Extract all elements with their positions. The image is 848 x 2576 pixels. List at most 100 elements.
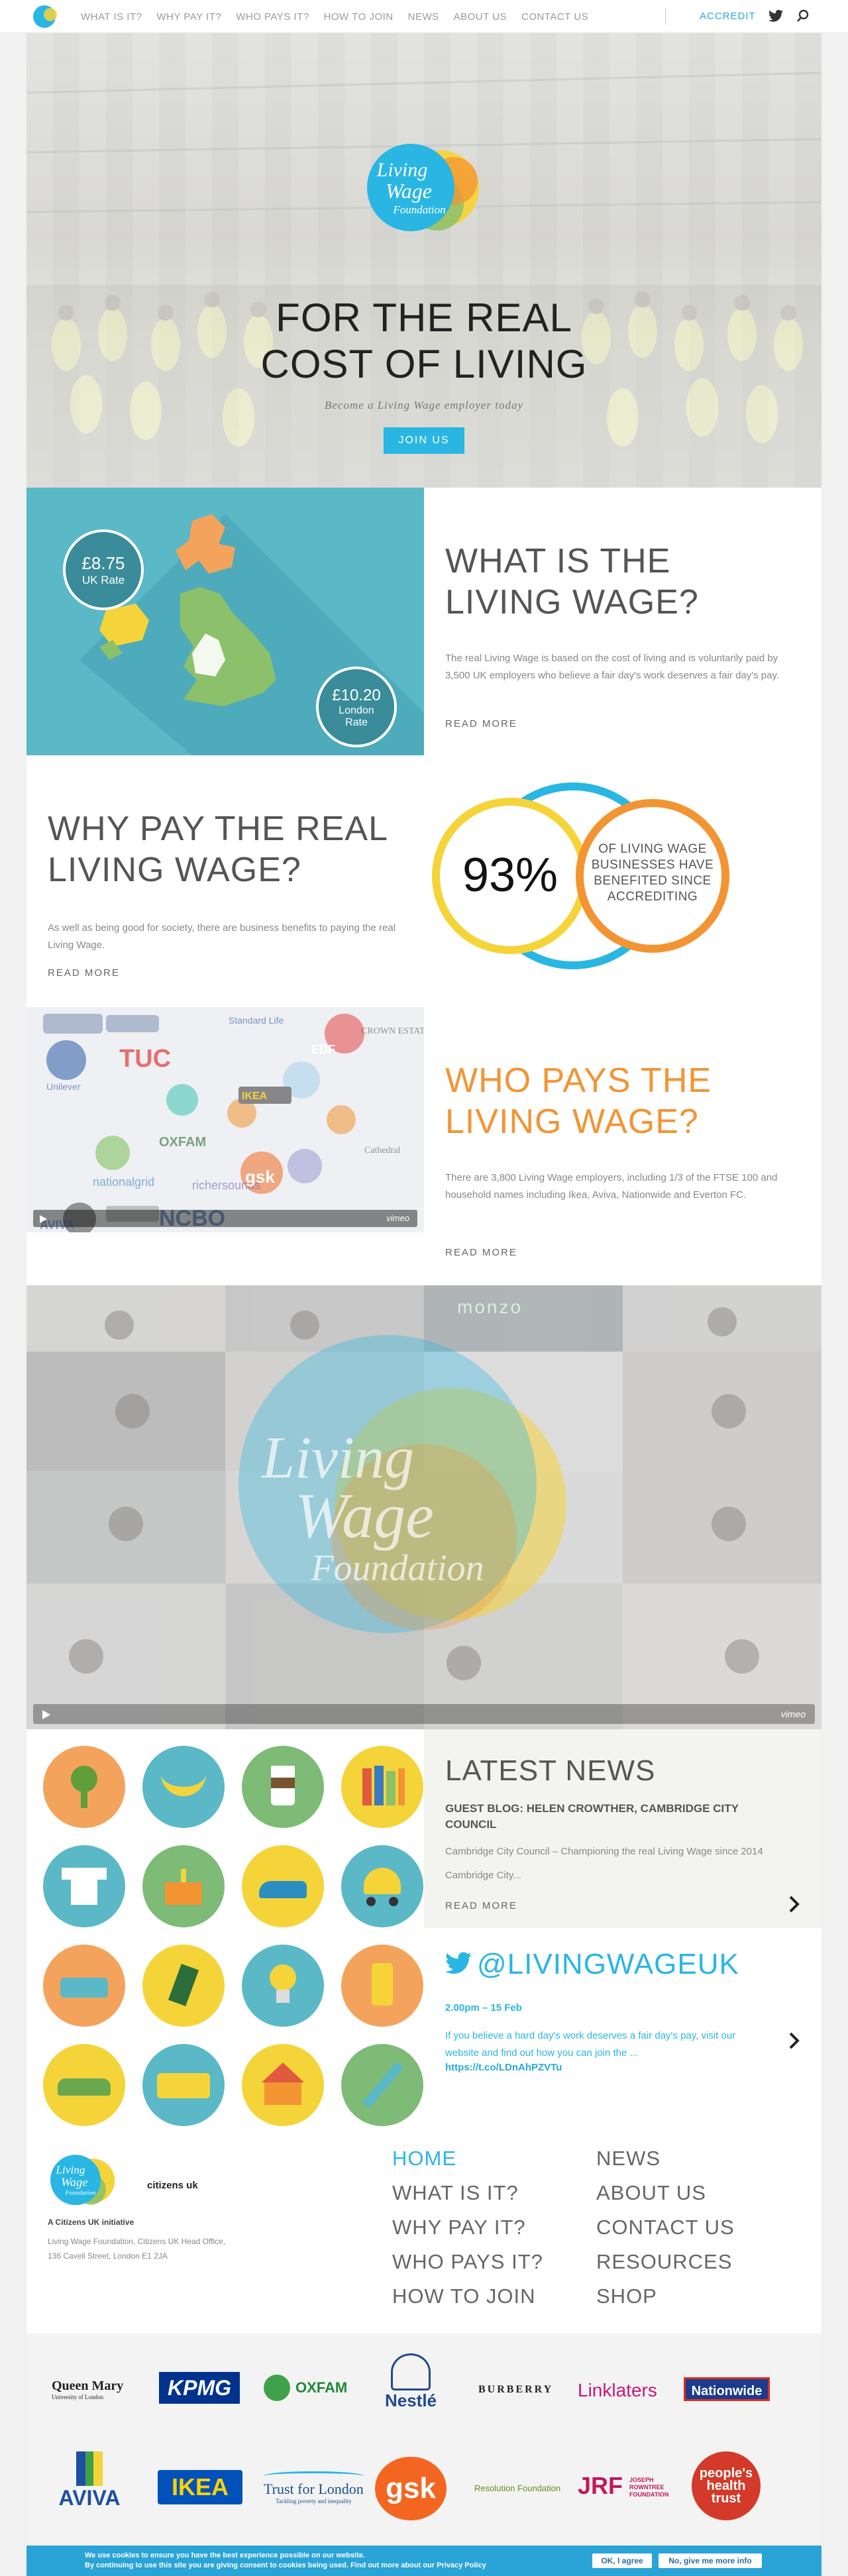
footer-link-how-to-join[interactable]: HOW TO JOIN	[392, 2279, 543, 2314]
video-controls[interactable]: vimeo	[33, 1704, 815, 1724]
latest-news-heading: LATEST NEWS	[445, 1754, 656, 1787]
kpmg-logo: KPMG	[159, 2372, 240, 2404]
twitter-handle[interactable]: @LIVINGWAGEUK	[477, 1948, 739, 1981]
nav-how-to-join[interactable]: HOW TO JOIN	[324, 11, 394, 23]
news-post-title[interactable]: GUEST BLOG: HELEN CROWTHER, CAMBRIDGE CI…	[445, 1801, 790, 1833]
resolution-foundation-logo: Resolution Foundation	[474, 2483, 561, 2493]
hero-title-line2: COST OF LIVING	[260, 342, 588, 386]
citizens-uk-logo: citizens uk	[147, 2180, 198, 2191]
tweet-link[interactable]: https://t.co/LDnAhPZVTu	[445, 2062, 562, 2073]
car-icon	[43, 2044, 125, 2126]
chevron-right-icon[interactable]	[788, 2031, 800, 2050]
tweet-time: 2.00pm – 15 Feb	[445, 2002, 522, 2013]
svg-text:Unilever: Unilever	[46, 1081, 81, 1092]
hero-subtitle: Become a Living Wage employer today	[324, 399, 524, 411]
sofa-icon	[43, 1945, 125, 2027]
stat-percentage: 93%	[462, 849, 558, 902]
uk-rate-badge: £8.75 UK Rate	[63, 529, 144, 610]
trust-for-london-logo: Trust for London Tackling poverty and in…	[264, 2471, 364, 2504]
bus-icon	[142, 2044, 225, 2126]
why-pay-title: WHY PAY THE REAL LIVING WAGE?	[48, 810, 389, 889]
cookie-more-info-button[interactable]: No, give me more info	[659, 2553, 762, 2568]
employer-logos-video[interactable]: TUC OXFAM nationalgrid richersounds NCBO…	[26, 1007, 424, 1232]
london-rate-badge: £10.20 London Rate	[316, 667, 397, 747]
cookie-message: We use cookies to ensure you have the be…	[85, 2551, 486, 2569]
what-is-body: The real Living Wage is based on the cos…	[445, 653, 780, 681]
cookie-agree-button[interactable]: OK, I agree	[592, 2553, 652, 2568]
svg-text:nationalgrid: nationalgrid	[93, 1175, 154, 1189]
what-is-read-more[interactable]: READ MORE	[445, 718, 517, 729]
news-excerpt: Cambridge City Council – Championing the…	[445, 1846, 763, 1881]
oxfam-logo: OXFAM	[264, 2375, 347, 2401]
employer-testimonials-video[interactable]: monzo Living Wage Foundation vimeo	[26, 1285, 822, 1729]
footer-link-home[interactable]: HOME	[392, 2141, 543, 2176]
who-pays-section: WHO PAYS THE LIVING WAGE? There are 3,80…	[424, 1007, 822, 1285]
nestle-logo: Nestlé	[376, 2353, 445, 2421]
ikea-logo: IKEA	[158, 2470, 242, 2504]
footer-link-shop[interactable]: SHOP	[596, 2279, 735, 2314]
svg-text:monzo: monzo	[457, 1297, 523, 1317]
nav-news[interactable]: NEWS	[408, 11, 439, 23]
play-icon[interactable]	[40, 1215, 47, 1223]
video-collage: monzo Living Wage Foundation	[26, 1285, 822, 1729]
queen-mary-logo: Queen Mary University of London	[52, 2379, 124, 2400]
chevron-right-icon[interactable]	[788, 1895, 800, 1913]
svg-text:OXFAM: OXFAM	[159, 1135, 206, 1150]
svg-text:Wage: Wage	[295, 1480, 434, 1551]
twitter-icon[interactable]	[768, 9, 783, 23]
svg-text:EDF: EDF	[311, 1043, 335, 1056]
accredit-link[interactable]: ACCREDIT	[700, 11, 756, 22]
twitter-feed-section: @LIVINGWAGEUK 2.00pm – 15 Feb If you bel…	[424, 1928, 822, 2127]
nav-why-pay-it[interactable]: WHY PAY IT?	[156, 11, 221, 23]
vimeo-brand: vimeo	[780, 1709, 806, 1719]
who-pays-body: There are 3,800 Living Wage employers, i…	[445, 1172, 778, 1201]
svg-text:Foundation: Foundation	[392, 203, 445, 216]
why-pay-body: As well as being good for society, there…	[48, 922, 396, 951]
footer-link-contact-us[interactable]: CONTACT US	[596, 2210, 735, 2245]
svg-text:gsk: gsk	[245, 1167, 275, 1187]
nav-contact-us[interactable]: CONTACT US	[521, 11, 588, 23]
partner-logos: Queen Mary University of London KPMG OXF…	[26, 2334, 822, 2546]
svg-text:Living: Living	[376, 159, 428, 181]
latest-news-section: LATEST NEWS GUEST BLOG: HELEN CROWTHER, …	[424, 1729, 822, 1928]
what-is-section: WHAT IS THE LIVING WAGE? The real Living…	[424, 488, 822, 755]
footer-link-news[interactable]: NEWS	[596, 2141, 735, 2176]
footer-link-why-pay-it[interactable]: WHY PAY IT?	[392, 2210, 543, 2245]
why-pay-read-more[interactable]: READ MORE	[48, 967, 120, 979]
video-controls[interactable]: vimeo	[33, 1210, 417, 1227]
tweet-text: If you believe a hard day's work deserve…	[445, 2030, 736, 2059]
site-footer: Living Wage Foundation citizens uk A Cit…	[26, 2127, 822, 2334]
cake-icon	[142, 1845, 225, 1927]
footer-link-what-is-it[interactable]: WHAT IS IT?	[392, 2176, 543, 2210]
icon-grid	[26, 1729, 424, 2127]
nav-what-is-it[interactable]: WHAT IS IT?	[81, 11, 142, 23]
twitter-bird-icon	[445, 1952, 472, 1974]
svg-text:Living: Living	[55, 2163, 85, 2176]
lightbulb-icon	[242, 1945, 324, 2027]
footer-link-who-pays-it[interactable]: WHO PAYS IT?	[392, 2245, 543, 2279]
footer-links-left: HOME WHAT IS IT? WHY PAY IT? WHO PAYS IT…	[392, 2141, 543, 2314]
news-read-more[interactable]: READ MORE	[445, 1900, 517, 1911]
join-us-button[interactable]: JOIN US	[384, 427, 464, 454]
footer-link-about-us[interactable]: ABOUT US	[596, 2176, 735, 2210]
uk-map-illustration: £8.75 UK Rate £10.20 London Rate	[26, 488, 424, 755]
pen-icon	[341, 2044, 423, 2126]
house-icon	[242, 2044, 324, 2126]
nav-about-us[interactable]: ABOUT US	[454, 11, 507, 23]
site-logo-icon[interactable]	[33, 5, 57, 28]
footer-link-resources[interactable]: RESOURCES	[596, 2245, 735, 2279]
play-icon[interactable]	[42, 1710, 50, 1719]
why-pay-section: WHY PAY THE REAL LIVING WAGE? As well as…	[26, 755, 424, 1007]
who-pays-read-more[interactable]: READ MORE	[445, 1247, 517, 1258]
stat-graphic: 93% OF LIVING WAGE BUSINESSES HAVE BENEF…	[424, 755, 822, 1007]
who-pays-title: WHO PAYS THE LIVING WAGE?	[445, 1061, 712, 1141]
nav-who-pays-it[interactable]: WHO PAYS IT?	[236, 11, 309, 23]
vimeo-brand: vimeo	[386, 1213, 409, 1223]
search-icon[interactable]	[796, 9, 810, 23]
gsk-logo: gsk	[375, 2457, 447, 2520]
sneaker-icon	[242, 1845, 324, 1927]
svg-text:CROWN ESTATE: CROWN ESTATE	[361, 1026, 424, 1036]
pram-icon	[341, 1845, 423, 1927]
linklaters-logo: Linklaters	[578, 2380, 657, 2400]
broccoli-icon	[43, 1746, 125, 1828]
